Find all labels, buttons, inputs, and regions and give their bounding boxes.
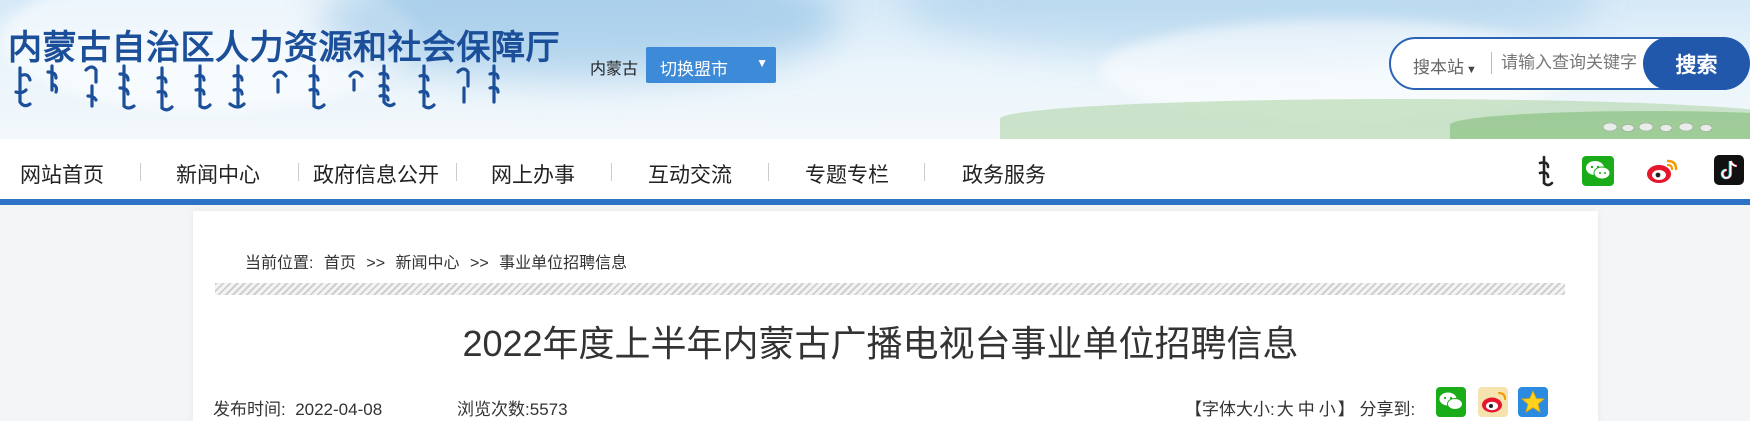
header-banner: 内蒙古自治区人力资源和社会保障厅 内蒙古 切换盟市 ▼ 搜本站▼ 搜 <box>0 0 1750 139</box>
nav-divider <box>140 163 141 181</box>
search-divider <box>1491 52 1492 74</box>
breadcrumb: 当前位置: 首页 >> 新闻中心 >> 事业单位招聘信息 <box>245 249 627 273</box>
nav-item-news[interactable]: 新闻中心 <box>176 159 260 189</box>
nav-divider <box>298 163 299 181</box>
sheep-decoration <box>1602 122 1713 132</box>
chevron-down-icon: ▼ <box>756 56 768 70</box>
mongolian-script-icon[interactable] <box>1534 155 1556 189</box>
divider-stripe <box>215 283 1565 295</box>
breadcrumb-item-news[interactable]: 新闻中心 <box>396 255 460 272</box>
publish-info: 发布时间: 2022-04-08 <box>213 395 382 420</box>
breadcrumb-item-home[interactable]: 首页 <box>324 255 356 272</box>
qzone-share-icon[interactable] <box>1518 387 1548 417</box>
views-label: 浏览次数: <box>457 400 530 419</box>
breadcrumb-separator: >> <box>366 255 386 272</box>
nav-item-home[interactable]: 网站首页 <box>20 159 104 189</box>
font-size-medium[interactable]: 中 <box>1298 400 1315 419</box>
breadcrumb-item-recruitment[interactable]: 事业单位招聘信息 <box>499 255 627 272</box>
nav-item-special-topics[interactable]: 专题专栏 <box>805 159 889 189</box>
nav-divider <box>456 163 457 181</box>
search-scope-dropdown[interactable]: 搜本站 ▼ <box>1413 53 1477 78</box>
nav-divider <box>611 163 612 181</box>
publish-date: 2022-04-08 <box>295 400 383 419</box>
font-size-label-close: 】 <box>1337 400 1355 419</box>
city-switch-label: 切换盟市 <box>660 60 728 79</box>
search-box: 搜本站▼ 搜索 <box>1389 37 1750 90</box>
region-label: 内蒙古 <box>590 61 639 78</box>
douyin-icon[interactable] <box>1714 155 1744 185</box>
breadcrumb-prefix: 当前位置: <box>245 255 314 272</box>
nav-item-interaction[interactable]: 互动交流 <box>648 159 732 189</box>
view-count-info: 浏览次数:5573 <box>457 395 568 420</box>
nav-item-gov-services[interactable]: 政务服务 <box>962 159 1046 189</box>
city-switch-dropdown[interactable]: 切换盟市 ▼ <box>646 47 776 83</box>
wechat-icon[interactable] <box>1582 156 1614 186</box>
publish-label: 发布时间: <box>213 400 286 419</box>
search-input[interactable] <box>1501 49 1641 77</box>
article-card: 当前位置: 首页 >> 新闻中心 >> 事业单位招聘信息 2022年度上半年内蒙… <box>193 211 1598 421</box>
mongolian-script-logo <box>14 64 500 112</box>
nav-item-gov-info[interactable]: 政府信息公开 <box>313 159 439 189</box>
main-nav: 网站首页 新闻中心 政府信息公开 网上办事 互动交流 专题专栏 政务服务 <box>0 139 1750 205</box>
font-size-control: 【字体大小: 大中小】 分享到: <box>1185 395 1415 420</box>
caret-down-icon: ▼ <box>1466 64 1477 76</box>
share-label: 分享到: <box>1359 400 1416 419</box>
breadcrumb-separator: >> <box>469 255 489 272</box>
weibo-icon[interactable] <box>1646 157 1678 185</box>
nav-divider <box>768 163 769 181</box>
font-size-label: 【字体大小: <box>1185 400 1275 419</box>
search-button[interactable]: 搜索 <box>1643 37 1750 90</box>
article-title: 2022年度上半年内蒙古广播电视台事业单位招聘信息 <box>462 323 1299 364</box>
font-size-large[interactable]: 大 <box>1277 400 1294 419</box>
search-scope-label: 搜本站 <box>1413 58 1464 77</box>
nav-divider <box>924 163 925 181</box>
weibo-share-icon[interactable] <box>1478 387 1508 417</box>
nav-item-online-services[interactable]: 网上办事 <box>491 159 575 189</box>
views-count: 5573 <box>529 400 568 419</box>
font-size-small[interactable]: 小 <box>1319 400 1336 419</box>
wechat-share-icon[interactable] <box>1436 387 1466 417</box>
